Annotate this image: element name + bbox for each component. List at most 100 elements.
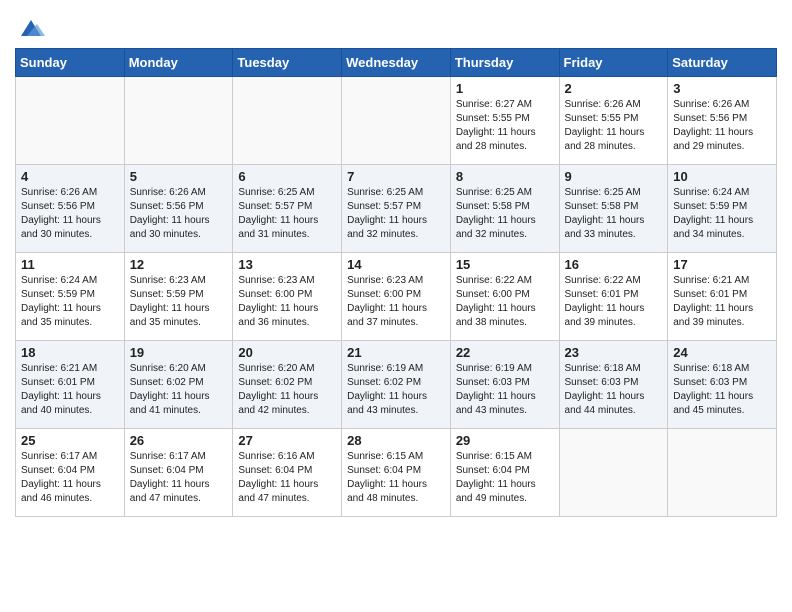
day-number: 12 (130, 257, 228, 272)
calendar-cell (559, 429, 668, 517)
calendar-cell: 3 Sunrise: 6:26 AM Sunset: 5:56 PM Daylig… (668, 77, 777, 165)
calendar-week-row: 11 Sunrise: 6:24 AM Sunset: 5:59 PM Dayli… (16, 253, 777, 341)
day-number: 20 (238, 345, 336, 360)
calendar-cell: 11 Sunrise: 6:24 AM Sunset: 5:59 PM Dayli… (16, 253, 125, 341)
cell-info: Sunrise: 6:26 AM Sunset: 5:56 PM Dayligh… (130, 186, 228, 242)
calendar-cell: 24 Sunrise: 6:18 AM Sunset: 6:03 PM Dayli… (668, 341, 777, 429)
day-number: 24 (673, 345, 771, 360)
calendar-header-row: SundayMondayTuesdayWednesdayThursdayFrid… (16, 49, 777, 77)
cell-info: Sunrise: 6:21 AM Sunset: 6:01 PM Dayligh… (21, 362, 119, 418)
cell-info: Sunrise: 6:23 AM Sunset: 6:00 PM Dayligh… (347, 274, 445, 330)
calendar-cell: 4Sunrise: 6:26 AM Sunset: 5:56 PM Daylig… (16, 165, 125, 253)
calendar-table: SundayMondayTuesdayWednesdayThursdayFrid… (15, 48, 777, 517)
calendar-week-row: 25 Sunrise: 6:17 AM Sunset: 6:04 PM Dayli… (16, 429, 777, 517)
calendar-cell: 10 Sunrise: 6:24 AM Sunset: 5:59 PM Dayli… (668, 165, 777, 253)
day-number: 17 (673, 257, 771, 272)
logo (15, 14, 45, 42)
calendar-cell: 27 Sunrise: 6:16 AM Sunset: 6:04 PM Dayli… (233, 429, 342, 517)
calendar-cell (342, 77, 451, 165)
day-number: 7 (347, 169, 445, 184)
day-number: 8 (456, 169, 554, 184)
cell-info: Sunrise: 6:25 AM Sunset: 5:58 PM Dayligh… (456, 186, 554, 242)
cell-info: Sunrise: 6:18 AM Sunset: 6:03 PM Dayligh… (673, 362, 771, 418)
day-header-sunday: Sunday (16, 49, 125, 77)
day-number: 22 (456, 345, 554, 360)
calendar-cell (233, 77, 342, 165)
calendar-cell: 1 Sunrise: 6:27 AM Sunset: 5:55 PM Daylig… (450, 77, 559, 165)
day-number: 23 (565, 345, 663, 360)
calendar-cell: 8 Sunrise: 6:25 AM Sunset: 5:58 PM Daylig… (450, 165, 559, 253)
calendar-cell: 6 Sunrise: 6:25 AM Sunset: 5:57 PM Daylig… (233, 165, 342, 253)
day-header-wednesday: Wednesday (342, 49, 451, 77)
cell-info: Sunrise: 6:22 AM Sunset: 6:01 PM Dayligh… (565, 274, 663, 330)
day-number: 14 (347, 257, 445, 272)
day-header-thursday: Thursday (450, 49, 559, 77)
cell-info: Sunrise: 6:25 AM Sunset: 5:57 PM Dayligh… (347, 186, 445, 242)
day-number: 1 (456, 81, 554, 96)
day-header-saturday: Saturday (668, 49, 777, 77)
calendar-week-row: 1 Sunrise: 6:27 AM Sunset: 5:55 PM Daylig… (16, 77, 777, 165)
cell-info: Sunrise: 6:26 AM Sunset: 5:56 PM Dayligh… (673, 98, 771, 154)
cell-info: Sunrise: 6:24 AM Sunset: 5:59 PM Dayligh… (673, 186, 771, 242)
cell-info: Sunrise: 6:23 AM Sunset: 6:00 PM Dayligh… (238, 274, 336, 330)
cell-info: Sunrise: 6:19 AM Sunset: 6:02 PM Dayligh… (347, 362, 445, 418)
cell-info: Sunrise: 6:25 AM Sunset: 5:57 PM Dayligh… (238, 186, 336, 242)
cell-info: Sunrise: 6:21 AM Sunset: 6:01 PM Dayligh… (673, 274, 771, 330)
day-header-friday: Friday (559, 49, 668, 77)
cell-info: Sunrise: 6:25 AM Sunset: 5:58 PM Dayligh… (565, 186, 663, 242)
day-number: 15 (456, 257, 554, 272)
cell-info: Sunrise: 6:24 AM Sunset: 5:59 PM Dayligh… (21, 274, 119, 330)
cell-info: Sunrise: 6:16 AM Sunset: 6:04 PM Dayligh… (238, 450, 336, 506)
day-number: 16 (565, 257, 663, 272)
day-number: 28 (347, 433, 445, 448)
day-number: 26 (130, 433, 228, 448)
logo-icon (17, 14, 45, 42)
calendar-cell: 9 Sunrise: 6:25 AM Sunset: 5:58 PM Daylig… (559, 165, 668, 253)
cell-info: Sunrise: 6:17 AM Sunset: 6:04 PM Dayligh… (130, 450, 228, 506)
cell-info: Sunrise: 6:18 AM Sunset: 6:03 PM Dayligh… (565, 362, 663, 418)
cell-info: Sunrise: 6:15 AM Sunset: 6:04 PM Dayligh… (456, 450, 554, 506)
calendar-cell: 12 Sunrise: 6:23 AM Sunset: 5:59 PM Dayli… (124, 253, 233, 341)
day-number: 29 (456, 433, 554, 448)
cell-info: Sunrise: 6:27 AM Sunset: 5:55 PM Dayligh… (456, 98, 554, 154)
day-number: 9 (565, 169, 663, 184)
calendar-cell: 16 Sunrise: 6:22 AM Sunset: 6:01 PM Dayli… (559, 253, 668, 341)
cell-info: Sunrise: 6:23 AM Sunset: 5:59 PM Dayligh… (130, 274, 228, 330)
day-number: 5 (130, 169, 228, 184)
cell-info: Sunrise: 6:26 AM Sunset: 5:56 PM Dayligh… (21, 186, 119, 242)
cell-info: Sunrise: 6:17 AM Sunset: 6:04 PM Dayligh… (21, 450, 119, 506)
calendar-cell: 19Sunrise: 6:20 AM Sunset: 6:02 PM Dayli… (124, 341, 233, 429)
cell-info: Sunrise: 6:20 AM Sunset: 6:02 PM Dayligh… (238, 362, 336, 418)
calendar-cell (124, 77, 233, 165)
calendar-cell: 7 Sunrise: 6:25 AM Sunset: 5:57 PM Daylig… (342, 165, 451, 253)
calendar-cell: 15 Sunrise: 6:22 AM Sunset: 6:00 PM Dayli… (450, 253, 559, 341)
calendar-cell: 13 Sunrise: 6:23 AM Sunset: 6:00 PM Dayli… (233, 253, 342, 341)
calendar-week-row: 4Sunrise: 6:26 AM Sunset: 5:56 PM Daylig… (16, 165, 777, 253)
calendar-cell: 5 Sunrise: 6:26 AM Sunset: 5:56 PM Daylig… (124, 165, 233, 253)
calendar-cell: 21Sunrise: 6:19 AM Sunset: 6:02 PM Dayli… (342, 341, 451, 429)
day-number: 25 (21, 433, 119, 448)
day-number: 11 (21, 257, 119, 272)
calendar-cell: 28 Sunrise: 6:15 AM Sunset: 6:04 PM Dayli… (342, 429, 451, 517)
cell-info: Sunrise: 6:15 AM Sunset: 6:04 PM Dayligh… (347, 450, 445, 506)
calendar-cell (16, 77, 125, 165)
calendar-cell (668, 429, 777, 517)
calendar-cell: 18Sunrise: 6:21 AM Sunset: 6:01 PM Dayli… (16, 341, 125, 429)
day-number: 19 (130, 345, 228, 360)
calendar-cell: 29 Sunrise: 6:15 AM Sunset: 6:04 PM Dayli… (450, 429, 559, 517)
cell-info: Sunrise: 6:26 AM Sunset: 5:55 PM Dayligh… (565, 98, 663, 154)
day-header-tuesday: Tuesday (233, 49, 342, 77)
day-number: 10 (673, 169, 771, 184)
day-number: 27 (238, 433, 336, 448)
cell-info: Sunrise: 6:22 AM Sunset: 6:00 PM Dayligh… (456, 274, 554, 330)
calendar-cell: 14 Sunrise: 6:23 AM Sunset: 6:00 PM Dayli… (342, 253, 451, 341)
calendar-week-row: 18Sunrise: 6:21 AM Sunset: 6:01 PM Dayli… (16, 341, 777, 429)
calendar-cell: 20 Sunrise: 6:20 AM Sunset: 6:02 PM Dayli… (233, 341, 342, 429)
page-header (15, 10, 777, 42)
day-number: 13 (238, 257, 336, 272)
day-number: 6 (238, 169, 336, 184)
day-header-monday: Monday (124, 49, 233, 77)
day-number: 3 (673, 81, 771, 96)
day-number: 2 (565, 81, 663, 96)
calendar-cell: 23 Sunrise: 6:18 AM Sunset: 6:03 PM Dayli… (559, 341, 668, 429)
